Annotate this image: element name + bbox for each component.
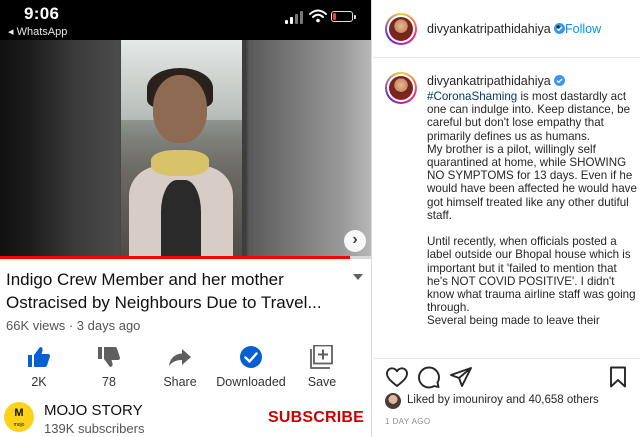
add-to-playlist-icon: [310, 345, 333, 369]
post-actions-bar: [373, 358, 640, 394]
video-player[interactable]: ›: [0, 40, 371, 256]
post-caption: divyankatripathidahiya #CoronaShaming is…: [373, 68, 640, 358]
follow-button[interactable]: Follow: [565, 22, 601, 36]
profile-avatar[interactable]: [385, 13, 417, 45]
post-username[interactable]: divyankatripathidahiya: [427, 22, 565, 36]
video-frame: [121, 40, 242, 256]
video-title-line1: Indigo Crew Member and her mother: [6, 270, 284, 289]
battery-level: [333, 13, 336, 20]
likes-count[interactable]: Liked by imouniroy and 40,658 others: [407, 394, 599, 406]
save-label: Save: [307, 375, 337, 389]
post-header: divyankatripathidahiya • Follow: [373, 0, 640, 58]
caption-avatar[interactable]: [385, 72, 417, 104]
thumbs-down-icon: [98, 347, 120, 367]
download-check-icon: [240, 346, 262, 368]
channel-name[interactable]: MOJO STORY: [44, 402, 143, 419]
subscribe-button[interactable]: SUBSCRIBE: [268, 409, 364, 427]
share-send-icon[interactable]: [449, 365, 473, 389]
status-bar: 9:06 ◂ WhatsApp: [0, 0, 371, 40]
person-top: [161, 180, 201, 256]
person-face: [153, 75, 207, 143]
video-progress-fill: [0, 256, 350, 259]
video-title: Indigo Crew Member and her mother Ostrac…: [6, 268, 336, 314]
wifi-icon: [309, 9, 327, 23]
chevron-down-icon[interactable]: [352, 271, 364, 283]
comment-icon[interactable]: [417, 365, 441, 389]
downloaded-label: Downloaded: [216, 375, 286, 389]
subscriber-count: 139K subscribers: [44, 421, 145, 436]
dislike-count: 78: [102, 375, 116, 389]
channel-row: M mojo MOJO STORY 139K subscribers SUBSC…: [0, 396, 371, 437]
face-mask: [151, 150, 209, 176]
save-button[interactable]: Save: [284, 345, 360, 389]
separator-dot: •: [556, 20, 561, 34]
caption-gap: [427, 222, 637, 235]
video-title-line2: Ostracised by Neighbours Due to Travel..…: [6, 293, 322, 312]
liker-avatar[interactable]: [385, 393, 401, 409]
caption-paragraph: #CoronaShaming is most dastardly act one…: [427, 90, 631, 143]
video-progress-bar[interactable]: [0, 256, 371, 259]
video-views-and-date: 66K views · 3 days ago: [6, 318, 141, 333]
caption-paragraph: Several being made to leave their: [427, 314, 600, 328]
share-label: Share: [163, 375, 197, 389]
hashtag-link[interactable]: #CoronaShaming: [427, 90, 517, 103]
cellular-signal-icon: [285, 10, 305, 24]
caption-text: #CoronaShaming is most dastardly act one…: [427, 90, 637, 328]
bookmark-icon[interactable]: [606, 365, 630, 389]
back-to-whatsapp-link[interactable]: ◂ WhatsApp: [8, 25, 67, 38]
share-arrow-icon: [169, 349, 191, 366]
post-timestamp: 1 DAY AGO: [385, 417, 431, 426]
next-video-button[interactable]: ›: [344, 230, 366, 252]
thumbs-up-icon: [28, 347, 50, 367]
instagram-post-panel: divyankatripathidahiya • Follow divyanka…: [373, 0, 640, 437]
verified-badge-icon: [553, 75, 565, 86]
likes-row: Liked by imouniroy and 40,658 others: [385, 392, 640, 410]
heart-icon[interactable]: [385, 365, 409, 389]
status-time: 9:06: [24, 4, 60, 23]
caption-paragraph: My brother is a pilot, willingly self qu…: [427, 142, 637, 222]
downloaded-button[interactable]: Downloaded: [213, 345, 289, 389]
caption-username[interactable]: divyankatripathidahiya: [427, 74, 565, 88]
caption-paragraph: Until recently, when officials posted a …: [427, 235, 636, 315]
youtube-phone-screen: 9:06 ◂ WhatsApp › Indigo Crew Member and…: [0, 0, 372, 437]
share-button[interactable]: Share: [142, 345, 218, 389]
battery-icon: [331, 11, 356, 22]
like-count: 2K: [31, 375, 47, 389]
like-button[interactable]: 2K: [1, 345, 77, 389]
dislike-button[interactable]: 78: [71, 345, 147, 389]
channel-logo[interactable]: M mojo: [4, 402, 34, 432]
